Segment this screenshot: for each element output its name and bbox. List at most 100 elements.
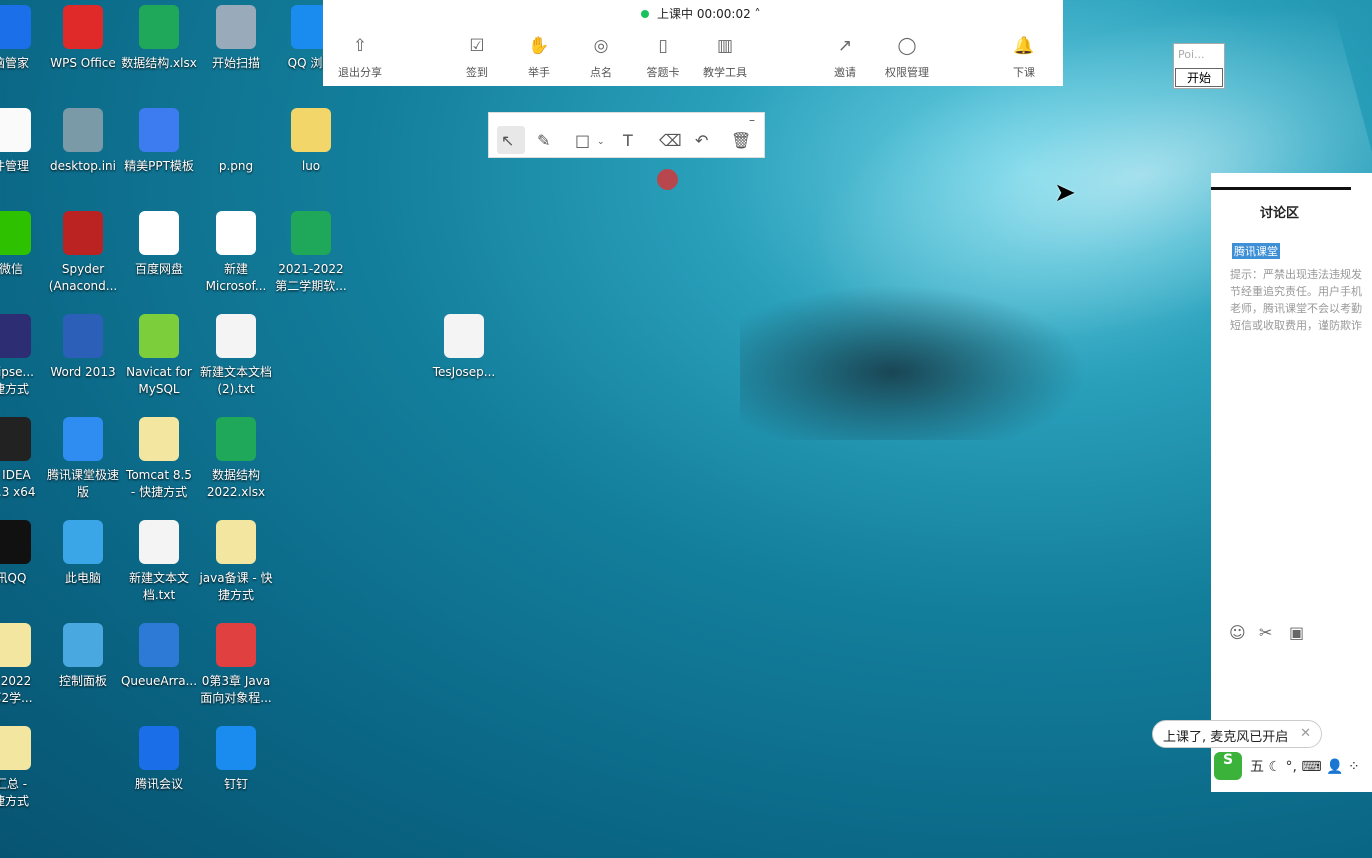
file-icon bbox=[216, 108, 256, 152]
desktop-icon[interactable]: 百度网盘 bbox=[120, 211, 198, 278]
toolbar-button[interactable]: ⇧ 退出分享 bbox=[325, 36, 395, 80]
image-icon[interactable]: ▣ bbox=[1289, 623, 1304, 642]
desktop-icon[interactable]: 讯QQ bbox=[0, 520, 50, 587]
eraser-icon[interactable]: ⌫ bbox=[659, 131, 682, 150]
icon-label: 此电脑 bbox=[64, 571, 101, 585]
checkin-icon: ☑ bbox=[469, 36, 485, 56]
trash-icon[interactable]: 🗑 bbox=[731, 131, 751, 150]
desktop-icon[interactable]: Spyder (Anacond... bbox=[44, 211, 122, 295]
icon-label: 数据结构 2022.xlsx bbox=[206, 468, 266, 499]
file-icon bbox=[216, 520, 256, 564]
punctuation-icon[interactable]: °, bbox=[1285, 759, 1296, 775]
swimmer-image bbox=[740, 270, 1120, 440]
toolbar-button-label: 举手 bbox=[528, 66, 550, 79]
select-arrow-icon[interactable]: ↖ bbox=[501, 131, 514, 150]
desktop-icon[interactable]: 微信 bbox=[0, 211, 50, 278]
desktop-icon[interactable]: 精美PPT模板 bbox=[120, 108, 198, 175]
icon-label: Tomcat 8.5 - 快捷方式 bbox=[126, 468, 192, 499]
file-icon bbox=[291, 211, 331, 255]
desktop-icon[interactable]: 此电脑 bbox=[44, 520, 122, 587]
file-icon bbox=[139, 726, 179, 770]
rectangle-icon[interactable]: □ bbox=[575, 131, 590, 150]
desktop-icon[interactable]: 钉钉 bbox=[197, 726, 275, 793]
desktop-icon[interactable]: 件管理 bbox=[0, 108, 50, 175]
icon-label: Navicat for MySQL bbox=[126, 365, 192, 396]
moon-icon[interactable]: ☾ bbox=[1268, 759, 1281, 775]
text-tool-icon[interactable]: T bbox=[623, 131, 633, 150]
icon-label: 新建文本文 档.txt bbox=[128, 571, 189, 602]
sogou-logo-icon: S bbox=[1214, 752, 1242, 780]
icon-label: 0第3章 Java 面向对象程... bbox=[200, 674, 272, 705]
desktop-icon[interactable]: 脑管家 bbox=[0, 5, 50, 72]
file-icon bbox=[0, 314, 31, 358]
file-icon bbox=[139, 5, 179, 49]
desktop-icon[interactable]: TesJosep... bbox=[425, 314, 503, 381]
desktop-icon[interactable]: 新建文本文 档.txt bbox=[120, 520, 198, 604]
desktop-icon[interactable]: clipse... 捷方式 bbox=[0, 314, 50, 398]
icon-label: 控制面板 bbox=[58, 674, 107, 688]
user-icon[interactable]: 👤 bbox=[1326, 759, 1343, 775]
desktop-icon[interactable]: 2021-2022 第二学期软... bbox=[272, 211, 350, 295]
file-icon bbox=[63, 5, 103, 49]
desktop-icon[interactable]: 开始扫描 bbox=[197, 5, 275, 72]
desktop-icon[interactable]: Word 2013 bbox=[44, 314, 122, 381]
desktop-icon[interactable]: Tomcat 8.5 - 快捷方式 bbox=[120, 417, 198, 501]
toolbar-button[interactable]: ✋ 举手 bbox=[504, 36, 574, 80]
toolbar-button[interactable]: ◯ 权限管理 bbox=[872, 36, 942, 80]
file-icon bbox=[0, 5, 31, 49]
invite-icon: ↗ bbox=[837, 36, 853, 56]
keyboard-icon[interactable]: ⌨ bbox=[1301, 759, 1321, 775]
toolbar-button[interactable]: ▯ 答题卡 bbox=[628, 36, 698, 80]
mouse-cursor: ➤ bbox=[1054, 178, 1076, 208]
pen-icon[interactable]: ✎ bbox=[537, 131, 550, 150]
poi-input[interactable]: Poi... bbox=[1174, 44, 1224, 68]
file-icon bbox=[63, 520, 103, 564]
toolbar-button[interactable]: ☑ 签到 bbox=[442, 36, 512, 80]
desktop-icon[interactable]: 数据结构.xlsx bbox=[120, 5, 198, 72]
desktop-icon[interactable]: 新建 Microsof... bbox=[197, 211, 275, 295]
desktop-icon[interactable]: 腾讯会议 bbox=[120, 726, 198, 793]
chevron-up-icon[interactable]: ˄ bbox=[755, 7, 761, 21]
apps-icon[interactable]: ⁘ bbox=[1348, 759, 1360, 775]
icon-label: 新建文本文档 (2).txt bbox=[199, 365, 272, 396]
chevron-down-icon[interactable]: ⌄ bbox=[597, 137, 605, 147]
icon-label: 数据结构.xlsx bbox=[121, 56, 197, 70]
end-class-icon: 🔔 bbox=[1013, 36, 1035, 56]
icon-label: QueueArra... bbox=[120, 674, 198, 688]
minimize-icon[interactable]: – bbox=[749, 113, 755, 127]
desktop-icon[interactable]: 新建文本文档 (2).txt bbox=[197, 314, 275, 398]
desktop-icon[interactable]: 汇总 - 捷方式 bbox=[0, 726, 50, 810]
toolbar-button[interactable]: ▥ 教学工具 bbox=[690, 36, 760, 80]
scissors-icon[interactable]: ✂ bbox=[1259, 623, 1272, 642]
icon-label: ~2022 第2学... bbox=[0, 674, 33, 705]
desktop-icon[interactable]: luo bbox=[272, 108, 350, 175]
desktop-icon[interactable]: Navicat for MySQL bbox=[120, 314, 198, 398]
icon-label: 汇总 - 捷方式 bbox=[0, 777, 29, 808]
ime-toolbar: S 五 ☾ °, ⌨ 👤 ⁘ bbox=[1214, 752, 1372, 782]
desktop-icon[interactable]: 腾讯课堂极速 版 bbox=[44, 417, 122, 501]
class-status[interactable]: 上课中 00:00:02 ˄ bbox=[641, 5, 761, 22]
emoji-icon[interactable]: ☺ bbox=[1229, 623, 1246, 642]
desktop-icon[interactable]: 0第3章 Java 面向对象程... bbox=[197, 623, 275, 707]
toolbar-button[interactable]: 🔔 下课 bbox=[989, 36, 1059, 80]
start-button[interactable]: 开始 bbox=[1175, 68, 1223, 87]
desktop-icon[interactable]: desktop.ini bbox=[44, 108, 122, 175]
file-icon bbox=[63, 314, 103, 358]
desktop-icon[interactable]: p.png bbox=[197, 108, 275, 175]
desktop-icon[interactable]: 数据结构 2022.xlsx bbox=[197, 417, 275, 501]
toolbar-button[interactable]: ↗ 邀请 bbox=[810, 36, 880, 80]
desktop-icon[interactable]: QueueArra... bbox=[120, 623, 198, 690]
file-icon bbox=[291, 108, 331, 152]
class-timer: 上课中 00:00:02 bbox=[657, 7, 751, 21]
poi-widget: Poi... 开始 bbox=[1173, 43, 1225, 89]
close-icon[interactable]: ✕ bbox=[1300, 726, 1311, 741]
undo-icon[interactable]: ↶ bbox=[695, 131, 708, 150]
desktop-icon[interactable]: WPS Office bbox=[44, 5, 122, 72]
toolbar-button[interactable]: ◎ 点名 bbox=[566, 36, 636, 80]
desktop-icon[interactable]: IJ IDEA .1.3 x64 bbox=[0, 417, 50, 501]
desktop-icon[interactable]: java备课 - 快 捷方式 bbox=[197, 520, 275, 604]
file-icon bbox=[216, 211, 256, 255]
desktop-icon[interactable]: ~2022 第2学... bbox=[0, 623, 50, 707]
ime-mode[interactable]: 五 bbox=[1250, 759, 1264, 775]
desktop-icon[interactable]: 控制面板 bbox=[44, 623, 122, 690]
